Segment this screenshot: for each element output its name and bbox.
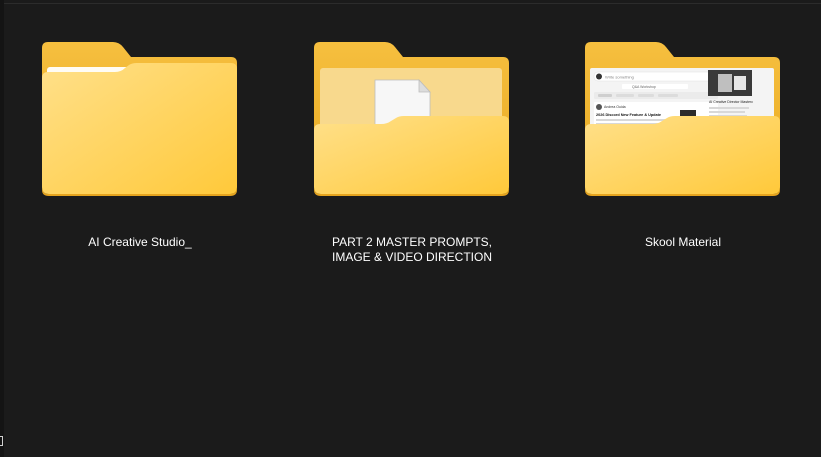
folder-preview-icon: Write something Q&A Workshop Andrea Ouid…	[585, 42, 780, 196]
folder-icon	[42, 42, 237, 196]
preview-search-text: Write something	[605, 75, 634, 80]
preview-post-title: 2026 Discord New Feature & Update	[596, 113, 661, 117]
top-divider	[0, 3, 821, 4]
folder-label: PART 2 MASTER PROMPTS, IMAGE & VIDEO DIR…	[331, 235, 493, 264]
preview-author-text: Andrea Ouida	[604, 105, 626, 109]
folder-document-icon	[314, 42, 509, 196]
folder-item-part-2-master-prompts[interactable]: PART 2 MASTER PROMPTS, IMAGE & VIDEO DIR…	[297, 30, 527, 280]
folder-label: AI Creative Studio_	[88, 235, 192, 249]
folder-item-skool-material[interactable]: Write something Q&A Workshop Andrea Ouid…	[568, 30, 798, 280]
preview-side-title: AI Creative Director Masterc	[709, 100, 753, 104]
folder-label: Skool Material	[644, 235, 722, 249]
folder-item-ai-creative-studio[interactable]: AI Creative Studio_	[25, 30, 255, 280]
corner-bracket-icon	[0, 436, 3, 446]
file-explorer-view: AI Creative Studio_ PART 2 MASTER PROMPT…	[0, 0, 821, 457]
preview-banner-text: Q&A Workshop	[632, 85, 656, 89]
left-edge	[0, 0, 4, 457]
